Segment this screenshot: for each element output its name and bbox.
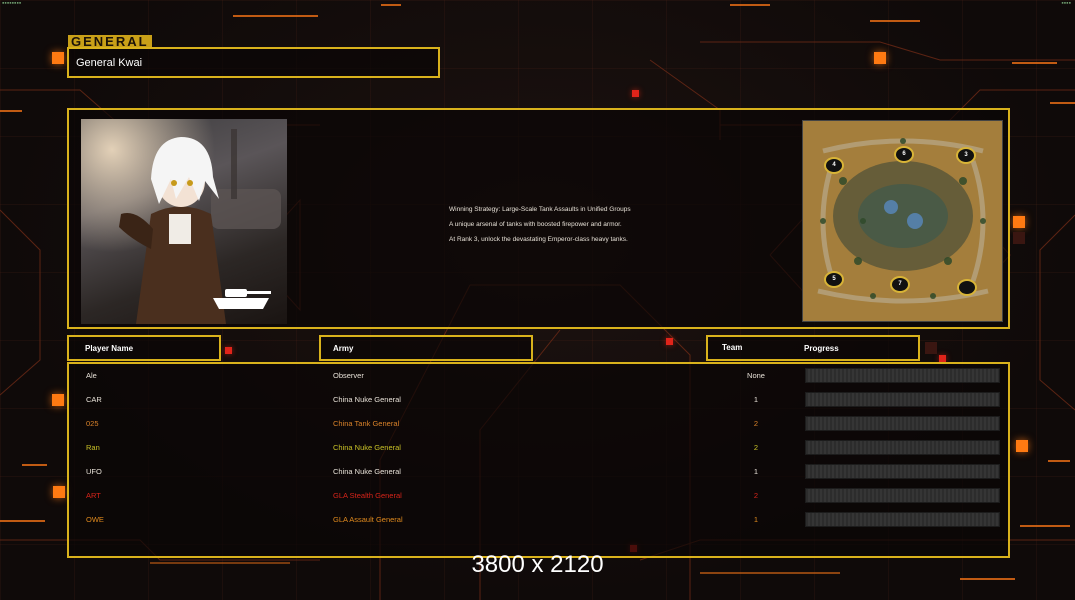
player-name: UFO bbox=[86, 467, 102, 476]
deco-square bbox=[925, 342, 937, 354]
deco-dash bbox=[233, 15, 318, 17]
player-row: 025 China Tank General 2 bbox=[69, 412, 1008, 436]
deco-dash bbox=[0, 520, 45, 522]
load-progress-bar bbox=[805, 392, 1000, 407]
player-army: China Nuke General bbox=[333, 395, 401, 404]
player-row: CAR China Nuke General 1 bbox=[69, 388, 1008, 412]
debug-overlay: ▪▪▪▪▪▪▪▪ bbox=[2, 0, 22, 5]
player-team: 2 bbox=[753, 443, 759, 452]
deco-square bbox=[939, 355, 946, 362]
general-name-box: General Kwai bbox=[67, 47, 440, 78]
player-army: GLA Assault General bbox=[333, 515, 403, 524]
deco-square bbox=[632, 90, 639, 97]
player-team: 1 bbox=[753, 395, 759, 404]
deco-square bbox=[53, 486, 65, 498]
deco-square bbox=[1016, 440, 1028, 452]
player-name: OWE bbox=[86, 515, 104, 524]
start-position-marker: 7 bbox=[890, 276, 910, 293]
general-info-panel: Winning Strategy: Large-Scale Tank Assau… bbox=[67, 108, 1010, 329]
player-row: Ale Observer None bbox=[69, 364, 1008, 388]
clock-overlay: ▪▪▪▪ bbox=[1061, 0, 1071, 5]
player-name: ART bbox=[86, 491, 101, 500]
deco-dash bbox=[1048, 460, 1070, 462]
deco-square bbox=[52, 394, 64, 406]
deco-dash bbox=[730, 4, 770, 6]
column-header-player-name: Player Name bbox=[67, 335, 221, 361]
player-army: China Nuke General bbox=[333, 467, 401, 476]
general-portrait bbox=[81, 119, 287, 324]
tank-silhouette-icon bbox=[211, 285, 273, 318]
deco-dash bbox=[1012, 62, 1057, 64]
deco-square bbox=[1013, 232, 1025, 244]
load-progress-bar bbox=[805, 416, 1000, 431]
player-army: China Nuke General bbox=[333, 443, 401, 452]
player-army: GLA Stealth General bbox=[333, 491, 402, 500]
deco-dash bbox=[1020, 525, 1070, 527]
column-label: Team bbox=[722, 343, 743, 352]
player-team: 1 bbox=[753, 515, 759, 524]
player-team: 2 bbox=[753, 491, 759, 500]
load-progress-bar bbox=[805, 440, 1000, 455]
deco-square bbox=[1013, 216, 1025, 228]
player-army: Observer bbox=[333, 371, 364, 380]
player-name: CAR bbox=[86, 395, 102, 404]
player-team: 2 bbox=[753, 419, 759, 428]
load-progress-bar bbox=[805, 512, 1000, 527]
deco-square bbox=[52, 52, 64, 64]
map-preview: 4 6 3 5 7 bbox=[802, 120, 1003, 322]
strategy-line: At Rank 3, unlock the devastating Empero… bbox=[449, 236, 628, 243]
player-name: 025 bbox=[86, 419, 99, 428]
player-team: 1 bbox=[753, 467, 759, 476]
strategy-line: A unique arsenal of tanks with boosted f… bbox=[449, 221, 622, 228]
start-position-marker: 5 bbox=[824, 271, 844, 288]
strategy-line: Winning Strategy: Large-Scale Tank Assau… bbox=[449, 206, 631, 213]
deco-square bbox=[225, 347, 232, 354]
load-progress-bar bbox=[805, 368, 1000, 383]
general-name: General Kwai bbox=[76, 57, 143, 69]
deco-square bbox=[874, 52, 886, 64]
column-label: Progress bbox=[804, 344, 839, 353]
load-progress-bar bbox=[805, 488, 1000, 503]
start-position-marker: 6 bbox=[894, 146, 914, 163]
deco-dash bbox=[870, 20, 920, 22]
deco-dash bbox=[0, 110, 22, 112]
start-position-marker: 4 bbox=[824, 157, 844, 174]
resolution-label: 3800 x 2120 bbox=[471, 551, 604, 578]
deco-dash bbox=[22, 464, 47, 466]
column-label: Army bbox=[333, 344, 354, 353]
player-team: None bbox=[747, 371, 765, 380]
player-row: OWE GLA Assault General 1 bbox=[69, 508, 1008, 532]
start-position-marker: 3 bbox=[956, 147, 976, 164]
player-army: China Tank General bbox=[333, 419, 400, 428]
player-row: Ran China Nuke General 2 bbox=[69, 436, 1008, 460]
player-row: UFO China Nuke General 1 bbox=[69, 460, 1008, 484]
loading-screen: ▪▪▪▪▪▪▪▪ ▪▪▪▪ GENERAL General Kwai Winni… bbox=[0, 0, 1075, 600]
column-header-army: Army bbox=[319, 335, 533, 361]
column-header-team-progress: Team Progress bbox=[706, 335, 920, 361]
player-name: Ran bbox=[86, 443, 100, 452]
player-list: Ale Observer None CAR China Nuke General 1 025… bbox=[67, 362, 1010, 558]
player-row: ART GLA Stealth General 2 bbox=[69, 484, 1008, 508]
deco-dash bbox=[381, 4, 401, 6]
deco-dash bbox=[1050, 102, 1075, 104]
start-position-marker bbox=[957, 279, 977, 296]
deco-square bbox=[666, 338, 673, 345]
load-progress-bar bbox=[805, 464, 1000, 479]
column-label: Player Name bbox=[85, 344, 134, 353]
player-name: Ale bbox=[86, 371, 97, 380]
general-strategy-text: Winning Strategy: Large-Scale Tank Assau… bbox=[449, 202, 779, 247]
